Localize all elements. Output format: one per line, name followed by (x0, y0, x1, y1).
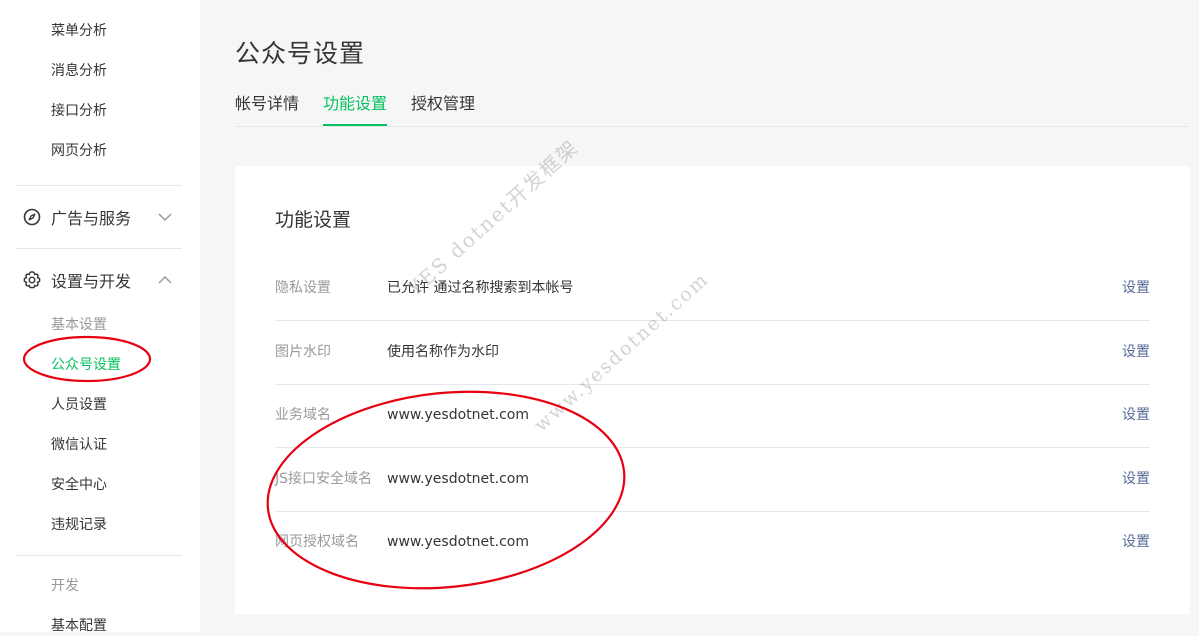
row-label: 业务域名 (275, 407, 331, 423)
sidebar-item-wechat-verification[interactable]: 微信认证 (51, 435, 107, 455)
tab-feature-settings[interactable]: 功能设置 (323, 93, 388, 126)
sidebar-group-label: 广告与服务 (51, 209, 132, 228)
row-settings-link[interactable]: 设置 (1122, 384, 1150, 447)
sidebar: 菜单分析 消息分析 接口分析 网页分析 广告与服务 设置与开发 基本设置 公众号… (0, 0, 200, 634)
sidebar-item-security-center[interactable]: 安全中心 (51, 475, 107, 495)
settings-row-business-domain: 业务域名 www.yesdotnet.com 设置 (275, 384, 1150, 448)
row-value: 使用名称作为水印 (387, 344, 499, 360)
settings-row-web-auth-domain: 网页授权域名 www.yesdotnet.com 设置 (275, 511, 1150, 574)
sidebar-item-basic-config[interactable]: 基本配置 (51, 616, 107, 636)
settings-row-privacy: 隐私设置 已允许 通过名称搜索到本帐号 设置 (275, 257, 1150, 321)
settings-row-js-api-domain: JS接口安全域名 www.yesdotnet.com 设置 (275, 448, 1150, 512)
chevron-down-icon (156, 208, 174, 226)
compass-icon (22, 207, 42, 227)
row-value: www.yesdotnet.com (387, 407, 529, 423)
row-value: www.yesdotnet.com (387, 471, 529, 487)
row-label: 网页授权域名 (275, 534, 359, 550)
sidebar-item-violation-records[interactable]: 违规记录 (51, 515, 107, 535)
row-settings-link[interactable]: 设置 (1122, 257, 1150, 320)
tab-bar: 帐号详情 功能设置 授权管理 (235, 93, 1189, 127)
row-settings-link[interactable]: 设置 (1122, 321, 1150, 384)
row-value: 已允许 通过名称搜索到本帐号 (387, 280, 574, 296)
sidebar-divider (16, 248, 182, 249)
row-label: JS接口安全域名 (275, 471, 373, 487)
row-value: www.yesdotnet.com (387, 534, 529, 550)
sidebar-group-ads-services[interactable]: 广告与服务 (22, 204, 182, 230)
chevron-up-icon (156, 271, 174, 289)
row-label: 隐私设置 (275, 280, 331, 296)
row-settings-link[interactable]: 设置 (1122, 448, 1150, 511)
sidebar-item-api-analysis[interactable]: 接口分析 (51, 101, 107, 121)
sidebar-item-menu-analysis[interactable]: 菜单分析 (51, 21, 107, 41)
sidebar-group-label: 设置与开发 (51, 272, 132, 291)
feature-settings-card: 功能设置 隐私设置 已允许 通过名称搜索到本帐号 设置 图片水印 使用名称作为水… (235, 166, 1190, 614)
gear-icon (22, 270, 42, 290)
settings-row-image-watermark: 图片水印 使用名称作为水印 设置 (275, 321, 1150, 385)
tab-account-details[interactable]: 帐号详情 (235, 93, 299, 124)
sidebar-section-basic-settings: 基本设置 (51, 317, 107, 333)
sidebar-section-dev: 开发 (51, 578, 79, 594)
sidebar-item-webpage-analysis[interactable]: 网页分析 (51, 141, 107, 161)
sidebar-item-staff-settings[interactable]: 人员设置 (51, 395, 107, 415)
sidebar-group-settings-dev[interactable]: 设置与开发 (22, 267, 182, 293)
sidebar-item-account-settings[interactable]: 公众号设置 (51, 355, 121, 375)
sidebar-divider (16, 185, 182, 186)
row-label: 图片水印 (275, 344, 331, 360)
card-title: 功能设置 (275, 209, 352, 231)
page-title: 公众号设置 (235, 39, 366, 68)
tab-authorization[interactable]: 授权管理 (411, 93, 475, 124)
row-settings-link[interactable]: 设置 (1122, 511, 1150, 574)
sidebar-item-message-analysis[interactable]: 消息分析 (51, 61, 107, 81)
sidebar-divider (16, 555, 182, 556)
